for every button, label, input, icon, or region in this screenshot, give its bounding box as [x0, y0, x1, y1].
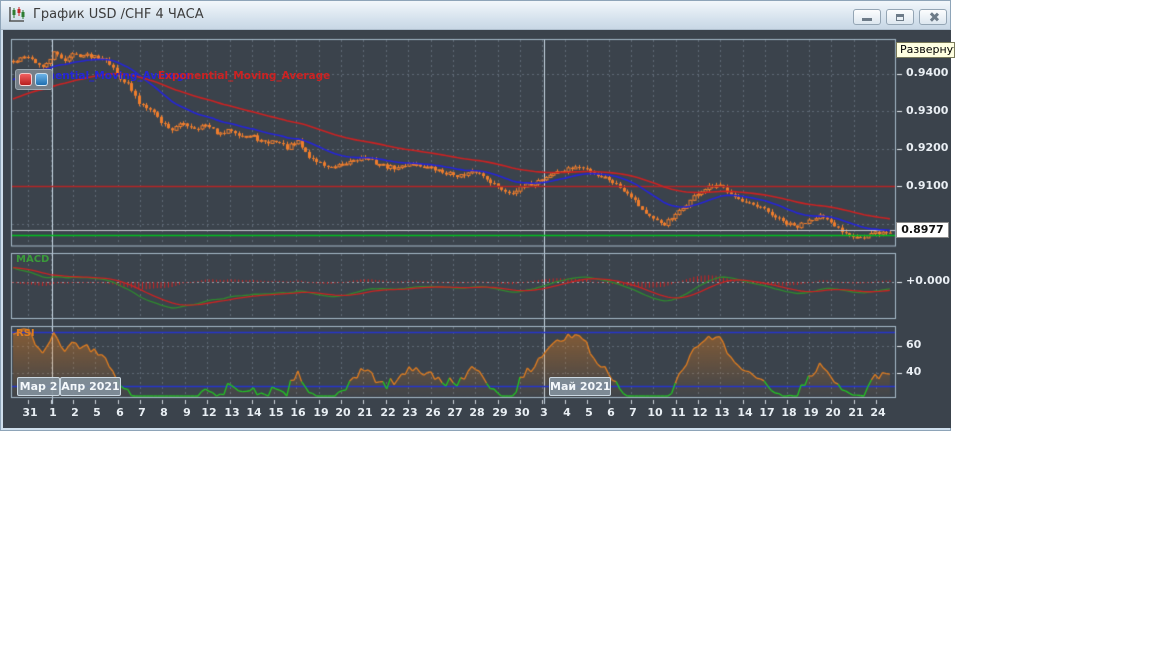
minimize-button[interactable]: [853, 9, 881, 25]
rsi-axis-label: 40: [906, 365, 922, 378]
candlestick-chart-icon: [9, 7, 25, 22]
x-axis-day-label: 14: [737, 406, 753, 419]
month-marker-box: Апр 2021: [60, 377, 121, 396]
chart-area[interactable]: Exponential_Moving_Average Exponential_M…: [3, 30, 951, 428]
x-axis-day-label: 9: [183, 406, 191, 419]
indicator-button-blue[interactable]: [35, 73, 48, 86]
macd-label: MACD: [16, 254, 50, 265]
x-axis-day-label: 12: [692, 406, 708, 419]
indicator-buttons-panel: [15, 69, 53, 90]
restore-icon: [896, 14, 904, 21]
x-axis-day-label: 1: [49, 406, 57, 419]
x-axis-day-label: 19: [313, 406, 329, 419]
x-axis-day-label: 21: [848, 406, 864, 419]
x-axis-day-label: 5: [585, 406, 593, 419]
x-axis-day-label: 3: [540, 406, 548, 419]
x-axis-day-label: 5: [93, 406, 101, 419]
desktop: График USD /CHF 4 ЧАСА Exponential_Movin…: [0, 0, 1152, 648]
x-axis-day-label: 11: [670, 406, 686, 419]
price-axis-label: 0.9400: [906, 66, 949, 79]
x-axis-day-label: 6: [607, 406, 615, 419]
x-axis-day-label: 7: [138, 406, 146, 419]
maximize-tooltip: Развернуть: [896, 42, 955, 58]
price-axis-label: 0.9200: [906, 141, 949, 154]
x-axis-day-label: 4: [563, 406, 571, 419]
x-axis-day-label: 7: [629, 406, 637, 419]
x-axis-day-label: 21: [357, 406, 373, 419]
chart-canvas[interactable]: [3, 30, 951, 428]
rsi-axis-label: 60: [906, 338, 922, 351]
x-axis-day-label: 15: [268, 406, 284, 419]
close-button[interactable]: [919, 9, 947, 25]
x-axis-day-label: 22: [380, 406, 396, 419]
legend-ema-slow: Exponential_Moving_Average: [158, 70, 331, 82]
x-axis-day-label: 13: [714, 406, 730, 419]
x-axis-day-label: 6: [116, 406, 124, 419]
rsi-label: RSI: [16, 328, 35, 339]
x-axis-day-label: 24: [870, 406, 886, 419]
x-axis-day-label: 26: [425, 406, 441, 419]
price-axis-label: 0.9300: [906, 103, 949, 117]
indicator-button-red[interactable]: [19, 73, 32, 86]
title-bar[interactable]: График USD /CHF 4 ЧАСА: [1, 1, 950, 30]
month-marker-box: Май 2021: [549, 377, 611, 396]
x-axis-day-label: 20: [825, 406, 841, 419]
window-title: График USD /CHF 4 ЧАСА: [33, 7, 204, 22]
x-axis-day-label: 20: [335, 406, 351, 419]
month-marker-box: Мар 2: [17, 377, 60, 396]
x-axis-day-label: 19: [803, 406, 819, 419]
x-axis-day-label: 17: [759, 406, 775, 419]
x-axis-day-label: 13: [224, 406, 240, 419]
x-axis-day-label: 23: [402, 406, 418, 419]
x-axis-day-label: 10: [647, 406, 663, 419]
x-axis-day-label: 14: [246, 406, 262, 419]
minimize-icon: [862, 18, 872, 21]
x-axis-day-label: 27: [447, 406, 463, 419]
macd-axis-label: +0.000: [906, 274, 951, 287]
price-axis-label: 0.9100: [906, 178, 949, 192]
x-axis-day-label: 8: [160, 406, 168, 419]
x-axis-day-label: 31: [22, 406, 38, 419]
current-price-box: 0.8977: [896, 222, 949, 238]
x-axis-day-label: 12: [201, 406, 217, 419]
x-axis-day-label: 16: [290, 406, 306, 419]
chart-window: График USD /CHF 4 ЧАСА Exponential_Movin…: [0, 0, 955, 431]
x-axis-day-label: 29: [492, 406, 508, 419]
x-axis-day-label: 18: [781, 406, 797, 419]
x-axis-day-label: 30: [514, 406, 530, 419]
restore-button[interactable]: [886, 9, 914, 25]
x-axis-day-label: 28: [469, 406, 485, 419]
x-axis-day-label: 2: [71, 406, 79, 419]
